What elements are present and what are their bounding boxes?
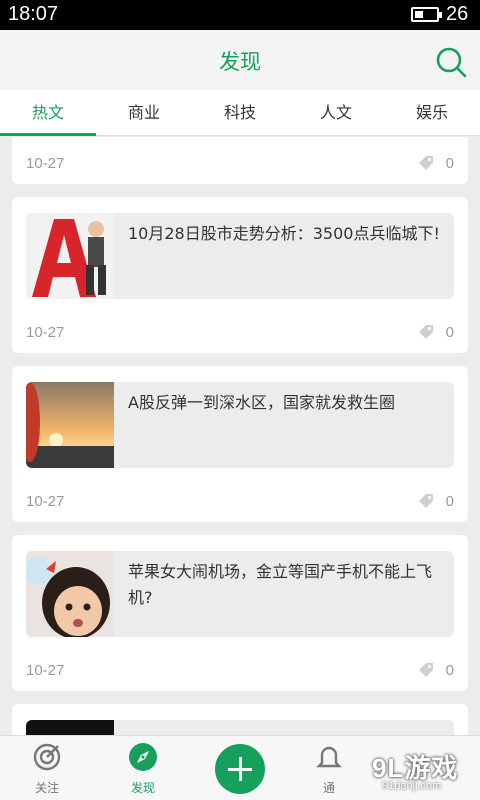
tab-business[interactable]: 商业 (96, 90, 192, 135)
app-header: 发现 (0, 30, 480, 90)
child-face-thumbnail (26, 551, 114, 637)
article-feed[interactable]: 10-27 0 10月28日股市走势分析：3500点兵临城下! 10-27 0 (0, 137, 480, 735)
watermark-site: 91danji.com (382, 780, 442, 792)
dark-thumbnail (26, 720, 114, 735)
stock-letter-a-thumbnail (26, 213, 114, 299)
status-time: 18:07 (8, 3, 59, 25)
article-media[interactable]: A股反弹一到深水区，国家就发救生圈 (26, 382, 454, 468)
article-media[interactable] (26, 720, 454, 735)
nav-discover[interactable]: 发现 (113, 742, 173, 796)
nav-follow-label: 关注 (34, 781, 59, 795)
sunset-sea-thumbnail (26, 382, 114, 468)
tag-icon (419, 494, 433, 508)
bell-icon (316, 746, 342, 768)
article-card-partial[interactable] (12, 704, 468, 735)
tag-count: 0 (445, 324, 454, 341)
article-card[interactable]: 苹果女大闹机场，金立等国产手机不能上飞机? 10-27 0 (12, 535, 468, 691)
article-card[interactable]: A股反弹一到深水区，国家就发救生圈 10-27 0 (12, 366, 468, 522)
article-headline: A股反弹一到深水区，国家就发救生圈 (128, 393, 395, 412)
tab-humanities[interactable]: 人文 (288, 90, 384, 135)
article-date: 10-27 (26, 324, 65, 341)
article-date: 10-27 (26, 155, 65, 172)
article-media[interactable]: 10月28日股市走势分析：3500点兵临城下! (26, 213, 454, 299)
article-card[interactable]: 10月28日股市走势分析：3500点兵临城下! 10-27 0 (12, 197, 468, 353)
search-icon[interactable] (434, 45, 468, 79)
article-headline: 10月28日股市走势分析：3500点兵临城下! (128, 224, 440, 243)
site-watermark: 9L游戏 91danji.com (360, 742, 478, 796)
tag-icon (419, 156, 433, 170)
status-bar: 18:07 26 (0, 0, 480, 30)
article-date: 10-27 (26, 662, 65, 679)
tab-entertainment[interactable]: 娱乐 (384, 90, 480, 135)
compass-icon (129, 743, 157, 771)
tab-tech[interactable]: 科技 (192, 90, 288, 135)
battery-icon (411, 7, 442, 22)
tag-count: 0 (445, 493, 454, 510)
article-card-partial[interactable]: 10-27 0 (12, 137, 468, 184)
add-button[interactable] (215, 744, 265, 794)
battery-level: 26 (446, 3, 469, 25)
nav-notify-label: 通 (322, 781, 335, 795)
tag-icon (419, 663, 433, 677)
article-date: 10-27 (26, 493, 65, 510)
nav-follow[interactable]: 关注 (17, 742, 77, 796)
tag-count: 0 (445, 155, 454, 172)
tab-hot[interactable]: 热文 (0, 90, 96, 136)
nav-discover-label: 发现 (130, 781, 155, 795)
page-title: 发现 (219, 50, 261, 74)
target-icon (33, 743, 61, 771)
article-media[interactable]: 苹果女大闹机场，金立等国产手机不能上飞机? (26, 551, 454, 637)
tag-icon (419, 325, 433, 339)
category-tabs: 热文 商业 科技 人文 娱乐 (0, 90, 480, 136)
tag-count: 0 (445, 662, 454, 679)
nav-notify[interactable]: 通 (299, 742, 359, 796)
article-headline: 苹果女大闹机场，金立等国产手机不能上飞机? (128, 562, 433, 607)
